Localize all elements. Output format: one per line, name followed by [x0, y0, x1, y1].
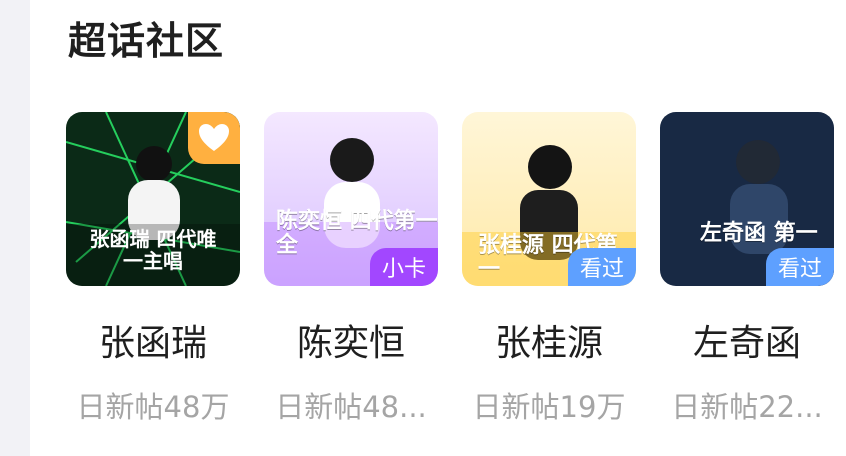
heart-badge	[188, 112, 240, 164]
topic-name[interactable]: 张桂源	[462, 314, 636, 366]
thumbnail-caption: 左奇函 第一	[700, 221, 818, 246]
super-topic-community-panel: 超话社区 张函瑞 四代唯一主唱 张函瑞 日新帖48万 陈奕恒 四代第一全 小卡 …	[30, 0, 846, 456]
thumbnail-caption: 张函瑞 四代唯一主唱	[89, 227, 217, 273]
daily-posts-stat: 日新帖19万	[472, 390, 626, 424]
section-title: 超话社区	[68, 19, 225, 63]
card-tag: 小卡	[369, 248, 438, 286]
daily-posts-stat: 日新帖22...	[671, 390, 823, 424]
topic-card[interactable]: 左奇函 第一 看过 左奇函 日新帖22...	[660, 112, 834, 426]
topic-thumbnail[interactable]: 张函瑞 四代唯一主唱	[66, 112, 240, 286]
topic-thumbnail[interactable]: 张桂源 四代第一 看过	[462, 112, 636, 286]
topic-name[interactable]: 左奇函	[660, 314, 834, 366]
topic-card[interactable]: 陈奕恒 四代第一全 小卡 陈奕恒 日新帖48...	[264, 112, 438, 426]
card-tag: 看过	[567, 248, 636, 286]
daily-posts-stat: 日新帖48...	[275, 390, 427, 424]
topic-thumbnail[interactable]: 左奇函 第一 看过	[660, 112, 834, 286]
card-tag: 看过	[765, 248, 834, 286]
topic-thumbnail[interactable]: 陈奕恒 四代第一全 小卡	[264, 112, 438, 286]
topic-name[interactable]: 陈奕恒	[264, 314, 438, 366]
topic-name[interactable]: 张函瑞	[66, 314, 240, 366]
heart-icon	[197, 121, 231, 155]
topic-card[interactable]: 张桂源 四代第一 看过 张桂源 日新帖19万	[462, 112, 636, 426]
topic-card[interactable]: 张函瑞 四代唯一主唱 张函瑞 日新帖48万	[66, 112, 240, 426]
daily-posts-stat: 日新帖48万	[76, 390, 230, 424]
